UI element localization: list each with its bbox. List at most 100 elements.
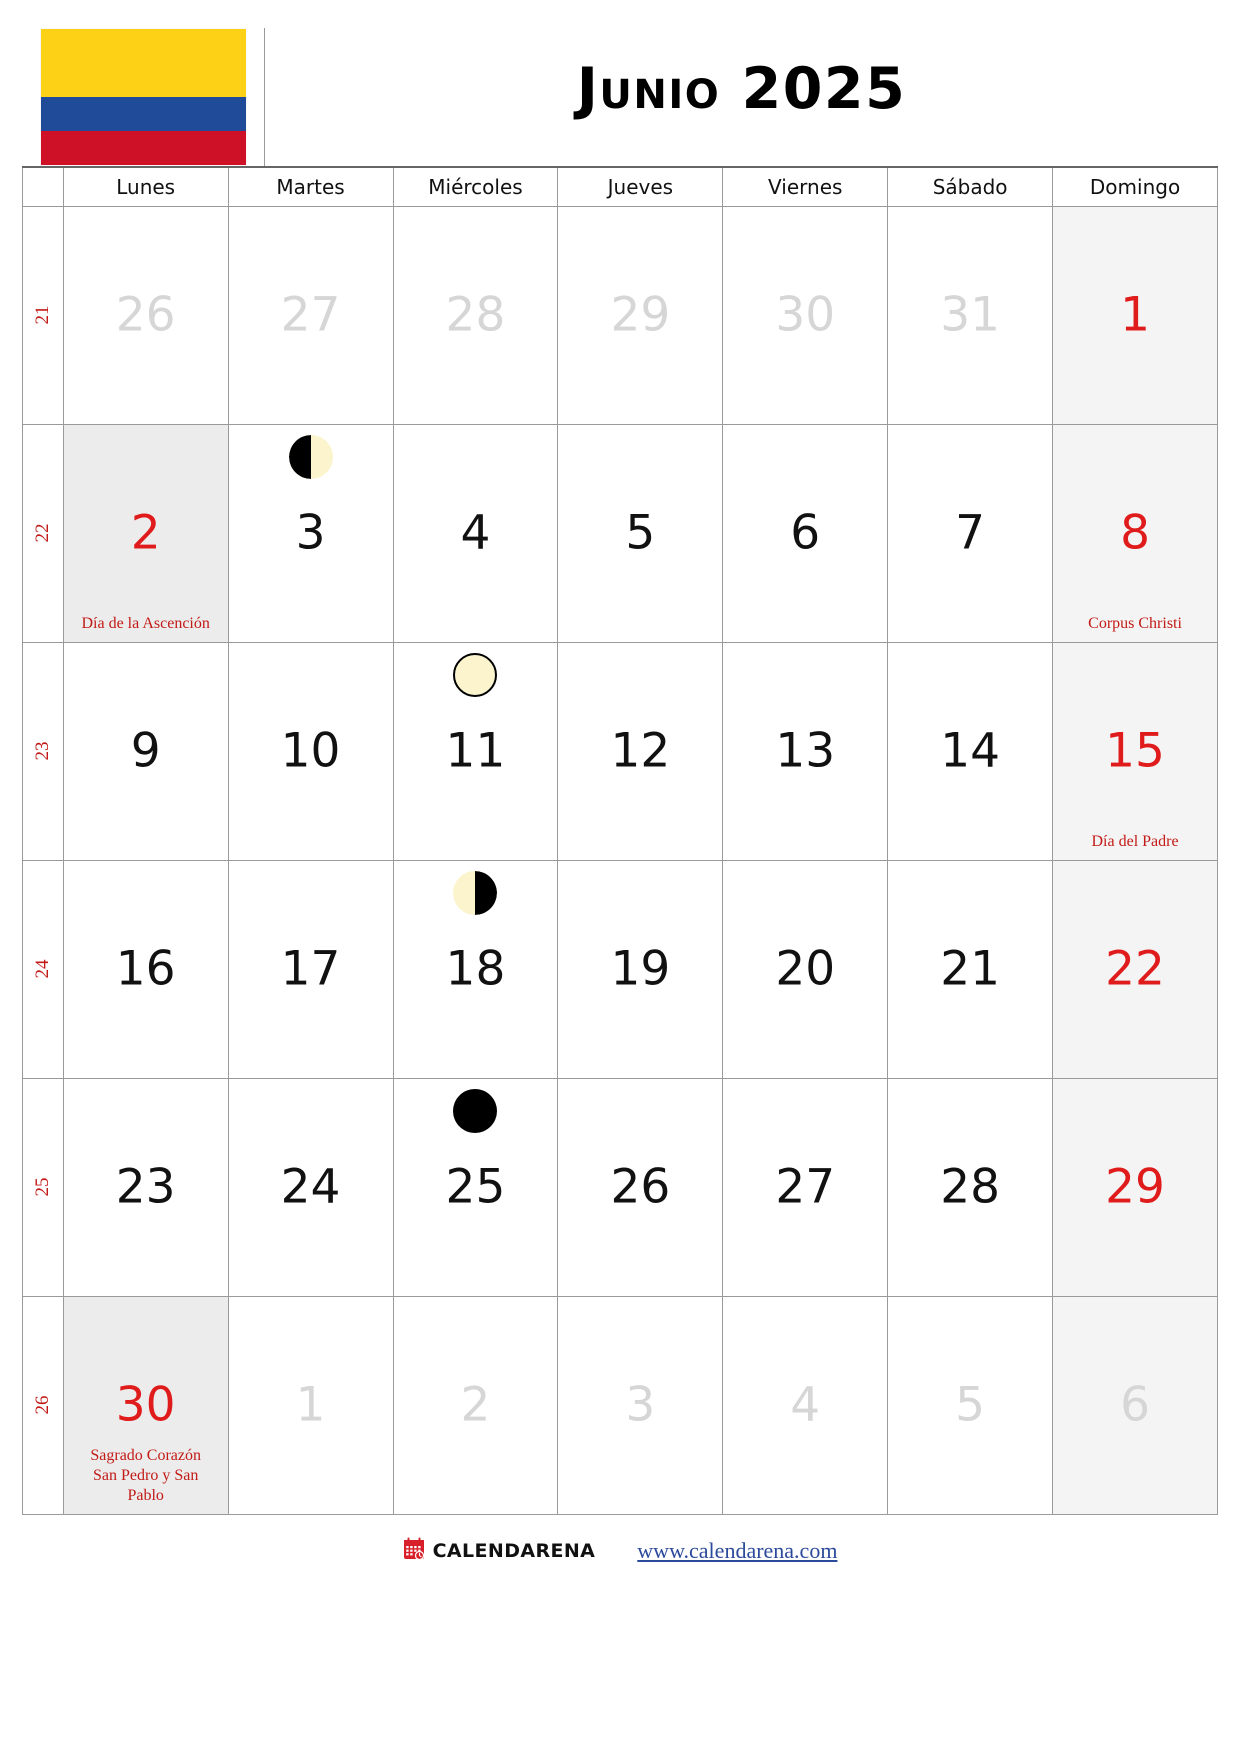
day-cell[interactable]: 28 [887, 1077, 1054, 1297]
day-number: 14 [940, 723, 1001, 779]
day-cell[interactable]: 29 [557, 205, 724, 425]
day-cell[interactable]: 1 [1052, 205, 1218, 425]
day-cell[interactable]: 24 [227, 1077, 394, 1297]
day-cell[interactable]: 8 Corpus Christi [1052, 423, 1218, 643]
day-number: 26 [115, 287, 176, 343]
calendar-page: Junio 2025 Lunes Martes Miércoles Jueves… [0, 0, 1240, 1754]
day-number: 6 [790, 505, 821, 561]
day-cell[interactable]: 12 [557, 641, 724, 861]
weekday-header-miercoles: Miércoles [392, 168, 559, 207]
day-cell[interactable]: 11 [392, 641, 559, 861]
holiday-label: Día del Padre [1091, 832, 1179, 850]
flag-band-red [40, 131, 246, 165]
day-cell[interactable]: 18 [392, 859, 559, 1079]
day-cell[interactable]: 13 [722, 641, 889, 861]
calendar-grid: Lunes Martes Miércoles Jueves Viernes Sá… [22, 168, 1218, 1515]
calendar-footer: CALENDARENA www.calendarena.com [22, 1529, 1218, 1573]
brand: CALENDARENA [403, 1537, 596, 1565]
calendar-header: Junio 2025 [22, 28, 1218, 168]
day-number: 6 [1120, 1377, 1150, 1433]
day-number: 7 [955, 505, 986, 561]
colombia-flag-icon [40, 29, 246, 165]
day-number: 25 [445, 1159, 506, 1215]
calendar-week-row: 21 26 27 28 29 30 31 1 [22, 205, 1218, 425]
day-cell[interactable]: 30 [722, 205, 889, 425]
calendar-icon [403, 1537, 425, 1565]
calendar-week-row: 22 2 Día de la Ascención 3 4 5 6 7 8 Corpus Chris… [22, 423, 1218, 643]
calendar-week-row: 23 9 10 11 12 13 14 15 Día del Padre [22, 641, 1218, 861]
day-cell[interactable]: 26 [62, 205, 229, 425]
day-cell[interactable]: 2 Día de la Ascención [62, 423, 229, 643]
full-moon-icon [453, 652, 498, 697]
day-number: 13 [775, 723, 836, 779]
week-number-cell: 22 [22, 423, 64, 643]
day-cell[interactable]: 20 [722, 859, 889, 1079]
day-number: 18 [445, 941, 506, 997]
day-number: 10 [280, 723, 341, 779]
day-cell[interactable]: 26 [557, 1077, 724, 1297]
day-cell[interactable]: 27 [227, 205, 394, 425]
day-cell[interactable]: 10 [227, 641, 394, 861]
day-number: 27 [775, 1159, 836, 1215]
day-number: 4 [460, 505, 491, 561]
day-cell[interactable]: 6 [722, 423, 889, 643]
day-cell[interactable]: 2 [392, 1295, 559, 1515]
day-cell[interactable]: 31 [887, 205, 1054, 425]
day-cell[interactable]: 9 [62, 641, 229, 861]
day-number: 3 [295, 505, 326, 561]
day-number: 1 [295, 1377, 326, 1433]
calendar-body: 21 26 27 28 29 30 31 1 22 2 Día de la Ascención 3 4 5… [22, 205, 1218, 1515]
week-number-label: 25 [31, 1177, 53, 1197]
day-cell[interactable]: 3 [557, 1295, 724, 1515]
day-cell[interactable]: 27 [722, 1077, 889, 1297]
website-link[interactable]: www.calendarena.com [637, 1538, 837, 1564]
day-cell[interactable]: 1 [227, 1295, 394, 1515]
week-number-cell: 24 [22, 859, 64, 1079]
last-quarter-moon-icon [453, 870, 498, 915]
day-number: 17 [280, 941, 341, 997]
day-cell[interactable]: 15 Día del Padre [1052, 641, 1218, 861]
flag-band-blue [40, 97, 246, 131]
day-cell[interactable]: 22 [1052, 859, 1218, 1079]
day-cell[interactable]: 19 [557, 859, 724, 1079]
day-cell[interactable]: 25 [392, 1077, 559, 1297]
day-number: 28 [445, 287, 506, 343]
day-cell[interactable]: 17 [227, 859, 394, 1079]
flag-cell [22, 28, 265, 166]
day-cell[interactable]: 4 [392, 423, 559, 643]
day-cell[interactable]: 3 [227, 423, 394, 643]
day-cell[interactable]: 7 [887, 423, 1054, 643]
day-number: 19 [610, 941, 671, 997]
day-number: 21 [940, 941, 1001, 997]
brand-name: CALENDARENA [432, 1539, 596, 1562]
day-cell[interactable]: 28 [392, 205, 559, 425]
day-number: 20 [775, 941, 836, 997]
day-number: 2 [460, 1377, 491, 1433]
day-cell[interactable]: 6 [1052, 1295, 1218, 1515]
week-number-label: 24 [31, 959, 53, 979]
day-cell[interactable]: 30 Sagrado Corazón San Pedro y San Pablo [62, 1295, 229, 1515]
day-number: 29 [610, 287, 671, 343]
day-number: 4 [790, 1377, 821, 1433]
day-cell[interactable]: 5 [887, 1295, 1054, 1515]
first-quarter-moon-icon [288, 434, 333, 479]
day-cell[interactable]: 14 [887, 641, 1054, 861]
day-cell[interactable]: 23 [62, 1077, 229, 1297]
day-cell[interactable]: 16 [62, 859, 229, 1079]
day-number: 5 [625, 505, 656, 561]
day-number: 2 [130, 505, 161, 561]
weekday-header-jueves: Jueves [557, 168, 724, 207]
day-cell[interactable]: 29 [1052, 1077, 1218, 1297]
day-cell[interactable]: 4 [722, 1295, 889, 1515]
week-number-label: 23 [31, 741, 53, 761]
week-number-header [22, 168, 64, 207]
week-number-cell: 21 [22, 205, 64, 425]
holiday-label: Sagrado Corazón San Pedro y San Pablo [90, 1446, 201, 1504]
day-number: 9 [130, 723, 161, 779]
day-cell[interactable]: 5 [557, 423, 724, 643]
day-number: 30 [775, 287, 836, 343]
day-number: 30 [115, 1377, 176, 1433]
day-cell[interactable]: 21 [887, 859, 1054, 1079]
title-cell: Junio 2025 [265, 28, 1218, 166]
weekday-header-row: Lunes Martes Miércoles Jueves Viernes Sá… [22, 168, 1218, 207]
